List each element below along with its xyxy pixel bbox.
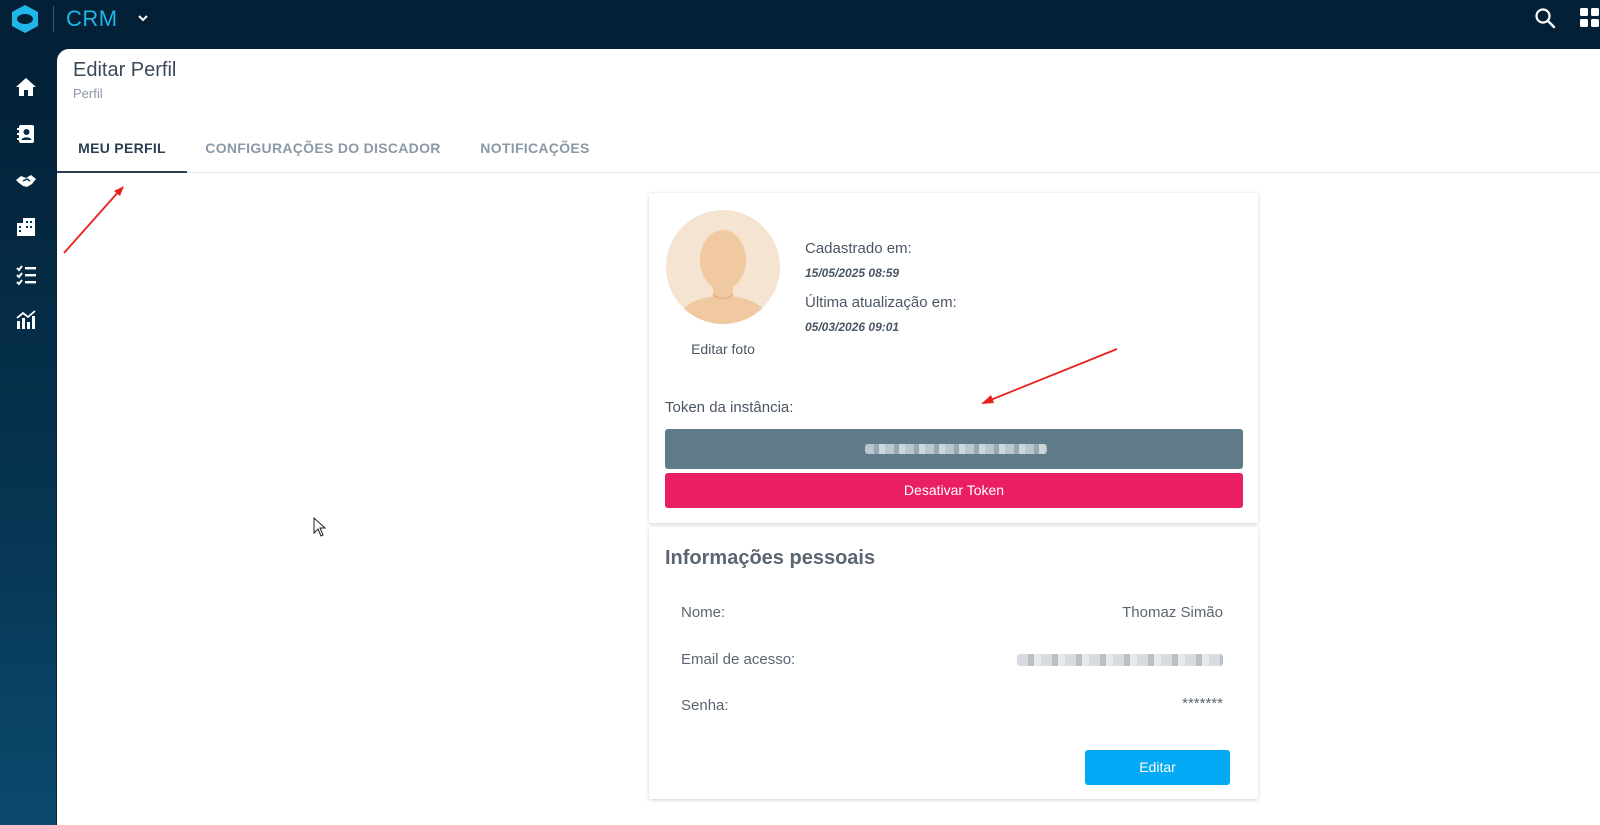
page-title: Editar Perfil [73, 59, 177, 81]
avatar-placeholder-icon [676, 230, 770, 324]
updated-label: Última atualização em: [805, 294, 957, 311]
profile-card: Editar foto Cadastrado em: 15/05/2025 08… [649, 193, 1258, 523]
top-bar: CRM [0, 0, 1600, 49]
app-title[interactable]: CRM [66, 6, 118, 32]
registered-value: 15/05/2025 08:59 [805, 266, 900, 280]
edit-photo-link[interactable]: Editar foto [666, 341, 780, 357]
deactivate-token-button[interactable]: Desativar Token [665, 473, 1243, 508]
analytics-icon[interactable] [15, 309, 37, 331]
contacts-icon[interactable] [15, 123, 37, 145]
mouse-cursor-icon [313, 517, 327, 537]
token-value-redacted [865, 444, 1047, 454]
tab-meu-perfil[interactable]: MEU PERFIL [57, 123, 187, 173]
email-value-redacted [1017, 654, 1223, 666]
chevron-down-icon[interactable] [135, 10, 151, 26]
updated-value: 05/03/2026 09:01 [805, 320, 900, 334]
logo-icon[interactable] [11, 4, 39, 34]
name-value: Thomaz Simão [1122, 604, 1223, 621]
tab-bar: MEU PERFIL CONFIGURAÇÕES DO DISCADOR NOT… [57, 123, 1600, 173]
registered-label: Cadastrado em: [805, 240, 912, 257]
edit-button[interactable]: Editar [1085, 750, 1230, 785]
password-label: Senha: [681, 697, 729, 714]
main-content: Editar Perfil Perfil MEU PERFIL CONFIGUR… [57, 49, 1600, 825]
personal-info-card: Informações pessoais Nome: Thomaz Simão … [649, 527, 1258, 799]
password-value: ******* [1182, 695, 1223, 712]
sidebar [0, 49, 56, 825]
building-icon[interactable] [15, 216, 37, 238]
token-field[interactable] [665, 429, 1243, 469]
personal-info-title: Informações pessoais [665, 547, 876, 569]
logo-separator [53, 6, 54, 32]
name-label: Nome: [681, 604, 726, 621]
checklist-icon[interactable] [15, 263, 37, 285]
tab-configuracoes-discador[interactable]: CONFIGURAÇÕES DO DISCADOR [195, 123, 451, 173]
token-label: Token da instância: [665, 399, 794, 416]
breadcrumb: Perfil [73, 86, 103, 101]
email-label: Email de acesso: [681, 651, 796, 668]
search-icon[interactable] [1534, 7, 1556, 29]
apps-grid-icon[interactable] [1580, 8, 1600, 28]
home-icon[interactable] [15, 76, 37, 98]
tab-notificacoes[interactable]: NOTIFICAÇÕES [467, 123, 603, 173]
handshake-icon[interactable] [15, 170, 37, 192]
avatar[interactable] [666, 210, 780, 324]
